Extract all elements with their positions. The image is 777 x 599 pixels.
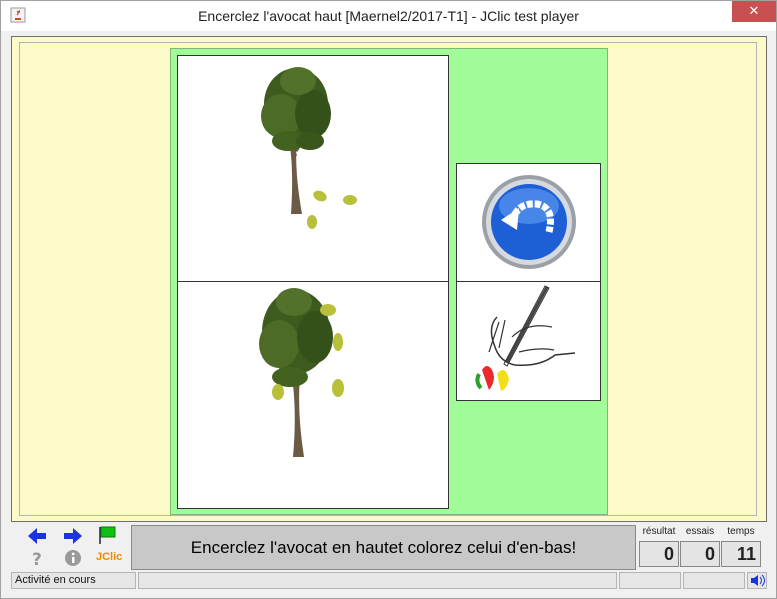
help-icon[interactable]: ?: [26, 548, 48, 568]
status-bar: Activité en cours: [11, 572, 767, 590]
cell-tree-fallen-avocados[interactable]: [177, 55, 449, 282]
status-segment-b: [683, 572, 745, 589]
status-text: Activité en cours: [11, 572, 136, 589]
counter-tries-label: essais: [685, 526, 715, 537]
speaker-icon[interactable]: [747, 572, 767, 589]
hand-coloring-pencil-icon: [475, 285, 576, 391]
info-icon[interactable]: [62, 548, 84, 568]
jclic-window: Encerclez l'avocat haut [Maernel2/2017-T…: [0, 0, 777, 599]
counter-time-label: temps: [727, 526, 755, 537]
cell-hand-coloring[interactable]: [456, 281, 601, 401]
tree-with-fallen-avocados-icon: [261, 67, 357, 229]
status-segment-a: [619, 572, 681, 589]
window-title: Encerclez l'avocat haut [Maernel2/2017-T…: [198, 8, 579, 24]
jclic-logo[interactable]: JClic: [96, 551, 122, 563]
counter-result: résultat 0: [639, 526, 679, 567]
counter-time: temps 11: [721, 526, 761, 567]
tree-with-hanging-avocados-icon: [259, 288, 344, 457]
flag-icon[interactable]: [97, 525, 119, 545]
svg-text:?: ?: [32, 550, 42, 568]
counter-tries-value: 0: [680, 541, 720, 567]
counter-time-value: 11: [721, 541, 761, 567]
previous-arrow-icon[interactable]: [26, 526, 48, 546]
cell-undo-button[interactable]: [456, 163, 601, 282]
status-progress: [138, 572, 617, 589]
player-controls: ? JClic: [13, 524, 131, 570]
counter-result-value: 0: [639, 541, 679, 567]
title-bar: Encerclez l'avocat haut [Maernel2/2017-T…: [1, 1, 776, 31]
cell-tree-hanging-avocados[interactable]: [177, 281, 449, 509]
next-arrow-icon[interactable]: [62, 526, 84, 546]
counter-tries: essais 0: [680, 526, 720, 567]
undo-round-button-icon: [482, 175, 576, 269]
counter-result-label: résultat: [642, 526, 676, 537]
close-button[interactable]: ✕: [732, 1, 776, 22]
activity-message: Encerclez l'avocat en hautet colorez cel…: [131, 525, 636, 570]
